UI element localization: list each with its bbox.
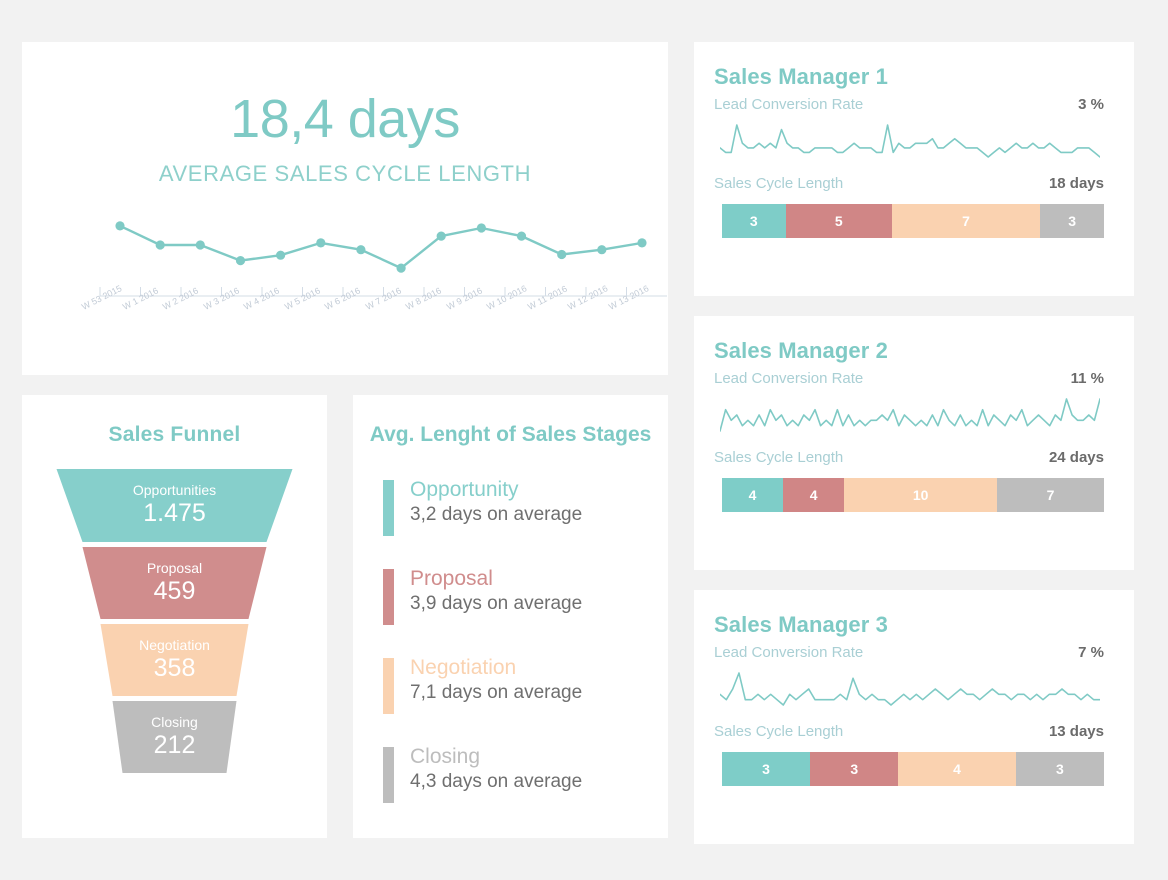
segment-bar-part[interactable]: 3 bbox=[1015, 752, 1104, 786]
segment-bar-part[interactable]: 5 bbox=[785, 204, 892, 238]
segment-bar-part[interactable]: 4 bbox=[783, 478, 845, 512]
stage-average-days: 7,1 days on average bbox=[410, 682, 583, 704]
funnel-stage[interactable] bbox=[22, 469, 327, 542]
segment-bar-part[interactable]: 7 bbox=[997, 478, 1104, 512]
stage-name: Closing bbox=[410, 745, 481, 768]
manager-title: Sales Manager 2 bbox=[714, 338, 888, 363]
sales-cycle-value: 13 days bbox=[1048, 723, 1104, 740]
avg-length-stages-card: Avg. Lenght of Sales Stages Opportunity 3… bbox=[353, 395, 668, 838]
lead-conversion-row: Lead Conversion Rate 3 % bbox=[694, 90, 1134, 113]
sales-cycle-label: Sales Cycle Length bbox=[714, 449, 844, 466]
sales-funnel-card: Sales Funnel Opportunities 1.475 Proposal 4… bbox=[22, 395, 327, 838]
segment-bar-part[interactable]: 3 bbox=[1040, 204, 1104, 238]
lead-conversion-value: 11 % bbox=[1070, 370, 1104, 387]
lead-conversion-value: 3 % bbox=[1078, 96, 1104, 113]
sales-cycle-value: 24 days bbox=[1048, 449, 1104, 466]
dashboard-root: 18,4 days AVERAGE SALES CYCLE LENGTH W 5… bbox=[0, 0, 1168, 880]
lead-conversion-label: Lead Conversion Rate bbox=[714, 96, 864, 113]
stage-list: Opportunity 3,2 days on average Proposal 3,… bbox=[353, 477, 668, 803]
lead-conversion-row: Lead Conversion Rate 11 % bbox=[694, 364, 1134, 387]
stage-average-days: 4,3 days on average bbox=[410, 771, 583, 793]
segment-bar-part[interactable]: 7 bbox=[891, 204, 1041, 238]
average-sales-cycle-card: 18,4 days AVERAGE SALES CYCLE LENGTH W 5… bbox=[22, 42, 668, 375]
funnel-stage[interactable] bbox=[22, 701, 327, 773]
funnel-stage[interactable] bbox=[22, 624, 327, 696]
lead-conversion-label: Lead Conversion Rate bbox=[714, 644, 864, 661]
sales-cycle-value: 18 days bbox=[1048, 175, 1104, 192]
segment-bar-part[interactable]: 4 bbox=[722, 478, 784, 512]
sparkline-svg bbox=[720, 672, 1100, 706]
lead-conversion-sparkline bbox=[694, 113, 1134, 161]
sales-cycle-line-chart: W 53 2015 W 1 2016 W 2 2016 W 3 2016 W 4 201… bbox=[22, 199, 668, 359]
sales-manager-card: Sales Manager 3 Lead Conversion Rate 7 %… bbox=[694, 590, 1134, 844]
lead-conversion-row: Lead Conversion Rate 7 % bbox=[694, 638, 1134, 661]
segment-bar-part[interactable]: 4 bbox=[898, 752, 1016, 786]
segment-bar-part[interactable]: 3 bbox=[722, 752, 811, 786]
lead-conversion-sparkline bbox=[694, 661, 1134, 709]
stage-color-swatch bbox=[383, 480, 394, 536]
stage-list-item[interactable]: Opportunity 3,2 days on average bbox=[383, 477, 668, 536]
lead-conversion-label: Lead Conversion Rate bbox=[714, 370, 864, 387]
stage-color-swatch bbox=[383, 658, 394, 714]
manager-title: Sales Manager 3 bbox=[714, 612, 888, 637]
sales-cycle-segment-bar: 3573 bbox=[722, 204, 1104, 238]
stage-color-swatch bbox=[383, 747, 394, 803]
stage-name: Proposal bbox=[410, 567, 493, 590]
manager-title: Sales Manager 1 bbox=[714, 64, 888, 89]
sales-cycle-segment-bar: 4 4 10 7 bbox=[722, 478, 1104, 512]
kpi-label: AVERAGE SALES CYCLE LENGTH bbox=[158, 161, 532, 187]
sales-cycle-label: Sales Cycle Length bbox=[714, 723, 844, 740]
stage-name: Opportunity bbox=[410, 478, 519, 501]
sales-cycle-label: Sales Cycle Length bbox=[714, 175, 844, 192]
sales-cycle-row: Sales Cycle Length 18 days bbox=[694, 161, 1134, 192]
sales-manager-card: Sales Manager 2 Lead Conversion Rate 11 … bbox=[694, 316, 1134, 570]
funnel-chart: Opportunities 1.475 Proposal 459 Negotiation… bbox=[22, 469, 327, 809]
kpi-value: 18,4 days bbox=[230, 89, 460, 149]
stage-average-days: 3,9 days on average bbox=[410, 593, 583, 615]
lead-conversion-value: 7 % bbox=[1078, 644, 1104, 661]
segment-bar-part[interactable]: 3 bbox=[810, 752, 899, 786]
sales-cycle-segment-bar: 3343 bbox=[722, 752, 1104, 786]
stage-color-swatch bbox=[383, 569, 394, 625]
stages-title: Avg. Lenght of Sales Stages bbox=[369, 423, 652, 446]
stage-list-item[interactable]: Proposal 3,9 days on average bbox=[383, 566, 668, 625]
segment-bar-part[interactable]: 10 bbox=[844, 478, 998, 512]
stage-average-days: 3,2 days on average bbox=[410, 504, 583, 526]
sales-manager-card: Sales Manager 1 Lead Conversion Rate 3 %… bbox=[694, 42, 1134, 296]
sparkline-svg bbox=[720, 124, 1100, 158]
stage-name: Negotiation bbox=[410, 656, 517, 679]
funnel-stage[interactable] bbox=[22, 547, 327, 619]
lead-conversion-sparkline bbox=[694, 387, 1134, 435]
sparkline-svg bbox=[720, 398, 1100, 432]
segment-bar-part[interactable]: 3 bbox=[722, 204, 786, 238]
sales-cycle-row: Sales Cycle Length 13 days bbox=[694, 709, 1134, 740]
funnel-title: Sales Funnel bbox=[108, 423, 241, 446]
x-axis-labels: W 53 2015 W 1 2016 W 2 2016 W 3 2016 W 4 201… bbox=[22, 284, 668, 355]
stage-list-item[interactable]: Closing 4,3 days on average bbox=[383, 744, 668, 803]
stage-list-item[interactable]: Negotiation 7,1 days on average bbox=[383, 655, 668, 714]
sales-cycle-row: Sales Cycle Length 24 days bbox=[694, 435, 1134, 466]
